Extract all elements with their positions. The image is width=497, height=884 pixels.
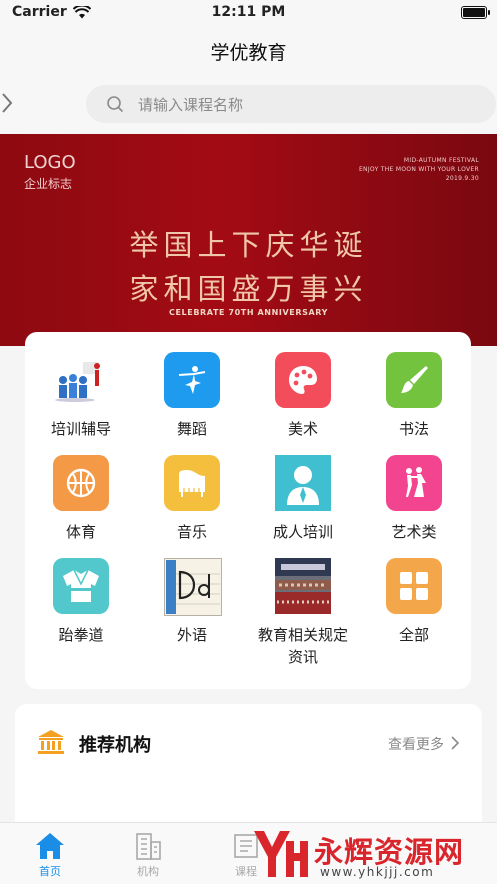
category-art[interactable]: 美术 [253, 332, 353, 438]
chevron-left-icon[interactable] [0, 90, 14, 116]
piano-icon [164, 455, 220, 511]
category-dance[interactable]: 舞蹈 [142, 332, 242, 438]
banner-headline-2: 家和国盛万事兴 [129, 272, 368, 306]
category-label: 教育相关规定资讯 [257, 626, 348, 666]
category-training[interactable]: 培训辅导 [31, 332, 131, 438]
category-adult-training[interactable]: 成人培训 [253, 435, 353, 541]
grid-all-icon [386, 558, 442, 614]
see-more-link[interactable]: 查看更多 [388, 734, 444, 754]
dancing-couple-icon [386, 455, 442, 511]
home-icon [36, 833, 64, 859]
category-foreign-language[interactable]: 外语 [142, 538, 242, 644]
search-icon [107, 96, 124, 113]
conference-photo-icon [275, 558, 331, 614]
banner-caption: CELEBRATE 70TH ANNIVERSARY [169, 308, 328, 317]
navigation-bar: 学优教育 [0, 24, 497, 76]
search-placeholder: 请输入课程名称 [138, 96, 244, 114]
category-label: 跆拳道 [58, 626, 104, 644]
banner-festival-text: MID-AUTUMN FESTIVAL ENJOY THE MOON WITH … [358, 157, 479, 182]
ballet-dancer-icon [164, 352, 220, 408]
category-label: 外语 [176, 626, 207, 644]
brush-icon [386, 352, 442, 408]
tab-institutions[interactable]: 机构 [118, 827, 178, 881]
banner-headline-1: 举国上下庆华诞 [129, 228, 368, 262]
letters-dd-icon [164, 558, 222, 616]
training-people-icon [53, 352, 109, 408]
institution-icon [38, 730, 64, 754]
tab-home[interactable]: 首页 [20, 827, 80, 881]
page-title: 学优教育 [210, 42, 287, 64]
battery-icon [461, 6, 490, 19]
banner-logo-sub: 企业标志 [24, 177, 73, 191]
category-grid: 培训辅导 舞蹈 美术 书法 体育 音乐 成人培训 艺术类 跆拳道 外语 教育相关… [25, 332, 471, 689]
watermark-url: www.yhkjjj.com [320, 865, 435, 879]
category-arts[interactable]: 艺术类 [364, 435, 464, 541]
clock: 12:11 PM [211, 4, 286, 20]
category-sports[interactable]: 体育 [31, 435, 131, 541]
chevron-right-icon[interactable] [450, 736, 460, 750]
taekwondo-uniform-icon [53, 558, 109, 614]
banner-logo: LOGO [24, 152, 76, 173]
site-watermark: 永辉资源网 www.yhkjjj.com [248, 823, 497, 883]
section-title: 推荐机构 [79, 735, 151, 756]
category-calligraphy[interactable]: 书法 [364, 332, 464, 438]
category-taekwondo[interactable]: 跆拳道 [31, 538, 131, 644]
category-all[interactable]: 全部 [364, 538, 464, 644]
building-icon [136, 833, 161, 860]
search-input[interactable]: 请输入课程名称 [86, 85, 496, 123]
category-label: 全部 [398, 626, 429, 644]
palette-icon [275, 352, 331, 408]
tab-label: 机构 [137, 865, 159, 878]
basketball-icon [53, 455, 109, 511]
promo-banner[interactable]: LOGO 企业标志 MID-AUTUMN FESTIVAL ENJOY THE … [0, 134, 497, 346]
category-education-news[interactable]: 教育相关规定资讯 [253, 538, 353, 666]
tab-label: 首页 [39, 865, 61, 878]
adult-person-icon [275, 455, 331, 511]
search-row: 请输入课程名称 [0, 76, 497, 132]
category-music[interactable]: 音乐 [142, 435, 242, 541]
status-bar: Carrier 12:11 PM [0, 0, 497, 24]
watermark-logo-icon [254, 831, 308, 877]
